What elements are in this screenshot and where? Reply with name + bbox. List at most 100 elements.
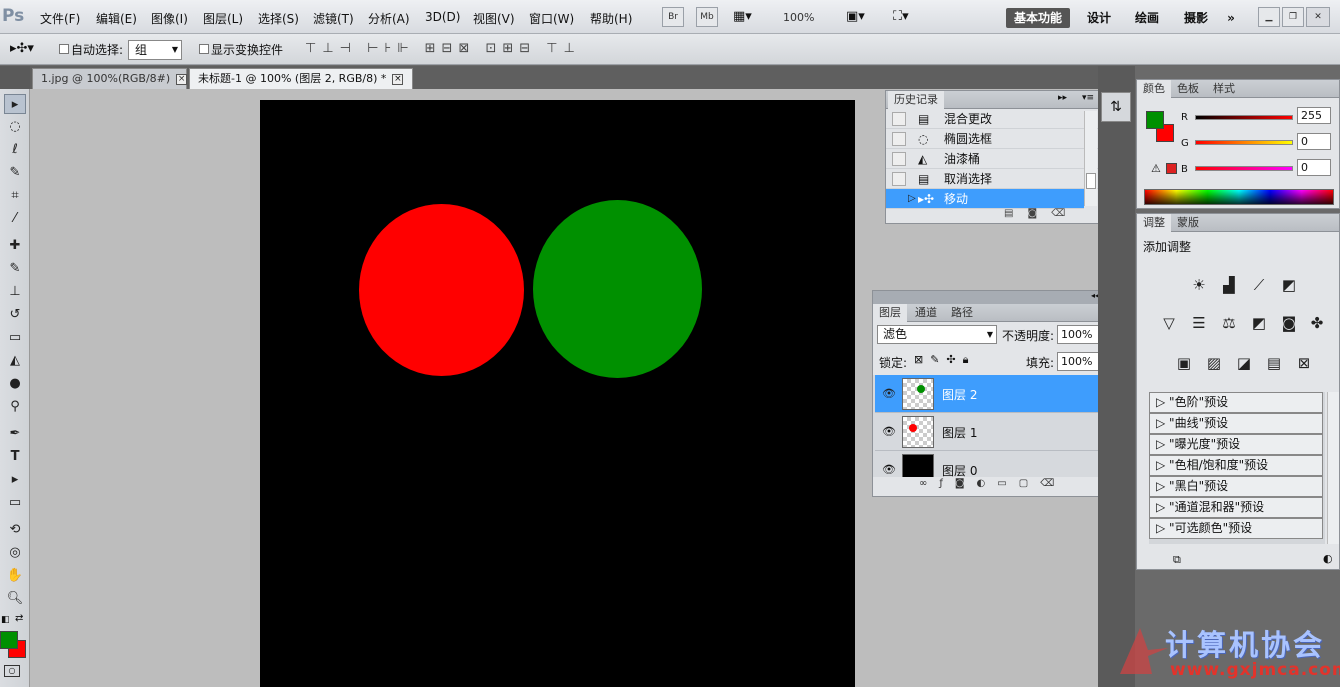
menu-3d[interactable]: 3D(D) <box>425 10 460 24</box>
align-icons[interactable]: ⊤⊥⊣ ⊢⊦⊩ ⊞⊟⊠ ⊡⊞⊟ ⊤⊥ <box>305 41 581 56</box>
tab-layers[interactable]: 图层 <box>873 304 907 322</box>
posterize-icon[interactable]: ▨ <box>1202 352 1226 374</box>
doc-tab-2[interactable]: 未标题-1 @ 100% (图层 2, RGB/8) * × <box>189 68 413 89</box>
vibrance-icon[interactable]: ▽ <box>1157 312 1181 334</box>
selective-color-icon[interactable]: ⊠ <box>1292 352 1316 374</box>
more-workspaces-button[interactable]: » <box>1220 8 1242 28</box>
move-tool-preset-icon[interactable]: ▸✣▾ <box>10 41 34 56</box>
blur-tool-icon[interactable]: ● <box>4 374 26 394</box>
curves-icon[interactable]: ⟋ <box>1247 274 1271 296</box>
menu-analysis[interactable]: 分析(A) <box>368 10 410 27</box>
history-snapshot-box[interactable] <box>892 172 906 186</box>
history-snapshot-box[interactable] <box>892 132 906 146</box>
document-canvas[interactable] <box>260 100 855 687</box>
menu-view[interactable]: 视图(V) <box>473 10 515 27</box>
tab-channels[interactable]: 通道 <box>909 304 943 322</box>
tab-color[interactable]: 颜色 <box>1137 80 1171 98</box>
foreground-color-swatch[interactable] <box>1146 111 1164 129</box>
menu-filter[interactable]: 滤镜(T) <box>313 10 354 27</box>
invert-icon[interactable]: ▣ <box>1172 352 1196 374</box>
arrange-documents-icon[interactable]: ▣▾ <box>846 9 865 24</box>
history-item[interactable]: ▤ 取消选择 <box>886 169 1098 189</box>
gradient-map-icon[interactable]: ▤ <box>1262 352 1286 374</box>
brush-tool-icon[interactable]: ✎ <box>4 259 26 279</box>
zoom-level[interactable]: 100% <box>783 11 814 24</box>
brightness-contrast-icon[interactable]: ☀ <box>1187 274 1211 296</box>
history-brush-icon[interactable]: ↺ <box>4 305 26 325</box>
history-scrollbar[interactable] <box>1084 111 1097 206</box>
path-selection-icon[interactable]: ▸ <box>4 470 26 490</box>
lasso-tool-icon[interactable]: ℓ <box>4 140 26 160</box>
preset-curves[interactable]: ▷ "曲线"预设 <box>1149 413 1323 434</box>
show-transform-checkbox[interactable] <box>199 44 209 54</box>
threshold-icon[interactable]: ◪ <box>1232 352 1256 374</box>
red-value-input[interactable]: 255 <box>1297 107 1331 124</box>
layer-name[interactable]: 图层 1 <box>942 424 977 441</box>
tab-history[interactable]: 历史记录 <box>888 91 944 109</box>
levels-icon[interactable]: ▟ <box>1217 274 1241 296</box>
workspace-photography[interactable]: 摄影 <box>1179 8 1213 28</box>
color-balance-icon[interactable]: ⚖ <box>1217 312 1241 334</box>
green-value-input[interactable]: 0 <box>1297 133 1331 150</box>
clone-stamp-icon[interactable]: ⊥ <box>4 282 26 302</box>
zoom-tool-icon[interactable]: 🔍︎ <box>4 589 26 609</box>
auto-select-dropdown[interactable]: 组 ▼ <box>128 40 182 60</box>
marquee-tool-icon[interactable]: ◌ <box>4 117 26 137</box>
preset-hue-saturation[interactable]: ▷ "色相/饱和度"预设 <box>1149 455 1323 476</box>
close-icon[interactable]: ✕ <box>1306 7 1330 27</box>
fill-input[interactable]: 100% <box>1057 352 1099 371</box>
mini-bridge-button[interactable]: Mb <box>696 7 718 27</box>
layer-name[interactable]: 图层 0 <box>942 462 977 477</box>
visibility-eye-icon[interactable]: 👁︎ <box>882 387 896 400</box>
gamut-warning-icon[interactable]: ⚠ <box>1151 162 1161 175</box>
healing-brush-icon[interactable]: ✚ <box>4 236 26 256</box>
paint-bucket-icon[interactable]: ◭ <box>4 351 26 371</box>
blend-mode-dropdown[interactable]: 滤色 ▼ <box>877 325 997 344</box>
history-item[interactable]: ◭ 油漆桶 <box>886 149 1098 169</box>
layer-row-selected[interactable]: 👁︎ 图层 2 <box>875 375 1103 413</box>
exposure-icon[interactable]: ◩ <box>1277 274 1301 296</box>
history-item-selected[interactable]: ▷ ▸✣ 移动 <box>886 189 1084 209</box>
layer-name[interactable]: 图层 2 <box>942 386 977 403</box>
menu-file[interactable]: 文件(F) <box>40 10 80 27</box>
tab-masks[interactable]: 蒙版 <box>1171 214 1205 232</box>
panel-collapse-icon[interactable]: ▸▸ <box>1058 93 1067 103</box>
photo-filter-icon[interactable]: ◙ <box>1277 312 1301 334</box>
layer-row[interactable]: 👁︎ 图层 1 <box>875 413 1103 451</box>
preset-selective-color[interactable]: ▷ "可选颜色"预设 <box>1149 518 1323 539</box>
pen-tool-icon[interactable]: ✒ <box>4 424 26 444</box>
layer-row[interactable]: 👁︎ 图层 0 <box>875 451 1103 477</box>
history-footer-icons[interactable]: ▤◙⌫ <box>1004 208 1079 219</box>
preset-black-white[interactable]: ▷ "黑白"预设 <box>1149 476 1323 497</box>
bridge-button[interactable]: Br <box>662 7 684 27</box>
quick-selection-icon[interactable]: ✎ <box>4 163 26 183</box>
clip-to-layer-icon[interactable]: ⧉ <box>1173 553 1181 567</box>
blue-value-input[interactable]: 0 <box>1297 159 1331 176</box>
restore-icon[interactable]: ❐ <box>1282 7 1304 27</box>
preset-exposure[interactable]: ▷ "曝光度"预设 <box>1149 434 1323 455</box>
auto-select-checkbox[interactable] <box>59 44 69 54</box>
red-slider[interactable] <box>1195 115 1293 120</box>
tab-adjustments[interactable]: 调整 <box>1137 214 1171 232</box>
close-tab-icon[interactable]: × <box>392 73 404 85</box>
visibility-eye-icon[interactable]: 👁︎ <box>882 463 896 476</box>
screen-mode-icon[interactable]: ⛶▾ <box>893 9 909 24</box>
black-white-icon[interactable]: ◩ <box>1247 312 1271 334</box>
lock-icons[interactable]: ⊠✎✣🔒︎ <box>914 353 976 367</box>
menu-window[interactable]: 窗口(W) <box>529 10 574 27</box>
eyedropper-icon[interactable]: ⁄ <box>4 209 26 229</box>
3d-orbit-icon[interactable]: ◎ <box>4 543 26 563</box>
color-spectrum-bar[interactable] <box>1144 189 1334 205</box>
adjustment-mode-icon[interactable]: ◐ <box>1323 552 1333 565</box>
tab-swatches[interactable]: 色板 <box>1171 80 1205 98</box>
hue-saturation-icon[interactable]: ☰ <box>1187 312 1211 334</box>
workspace-design[interactable]: 设计 <box>1080 8 1118 28</box>
menu-image[interactable]: 图像(I) <box>151 10 188 27</box>
doc-tab-1[interactable]: 1.jpg @ 100%(RGB/8#) × <box>32 68 188 89</box>
presets-scrollbar[interactable] <box>1327 392 1339 544</box>
scroll-thumb[interactable] <box>1086 173 1096 189</box>
hand-tool-icon[interactable]: ✋ <box>4 566 26 586</box>
close-tab-icon[interactable]: × <box>176 73 188 85</box>
preset-levels[interactable]: ▷ "色阶"预设 <box>1149 392 1323 413</box>
gamut-color-swatch[interactable] <box>1166 163 1177 174</box>
